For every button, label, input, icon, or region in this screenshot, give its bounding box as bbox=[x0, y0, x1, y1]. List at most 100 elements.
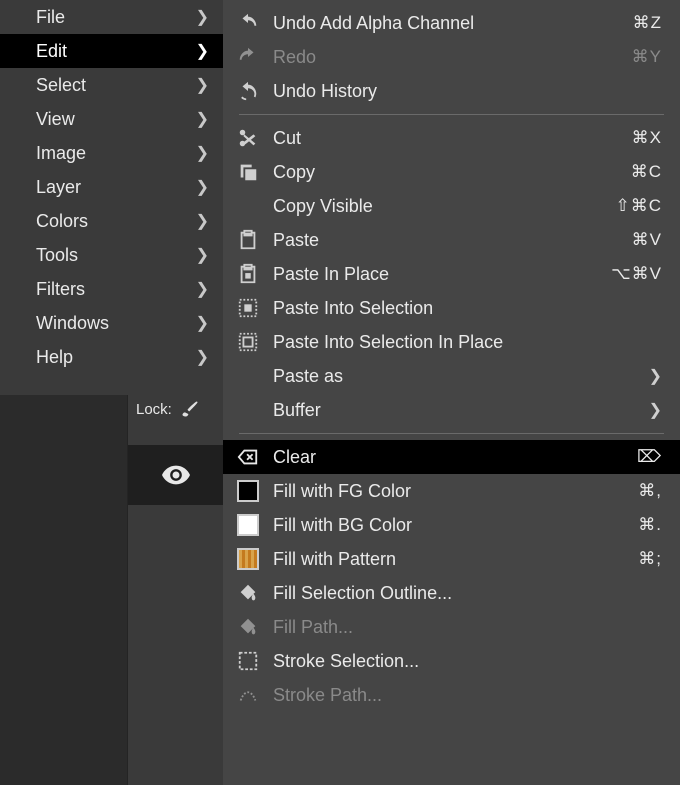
menu-item-paste-into-selection[interactable]: Paste Into Selection bbox=[223, 291, 680, 325]
menu-item-buffer[interactable]: Buffer ❯ bbox=[223, 393, 680, 427]
menu-item-undo[interactable]: Undo Add Alpha Channel ⌘Z bbox=[223, 6, 680, 40]
menu-item-label: Fill Selection Outline... bbox=[273, 583, 662, 604]
menu-item-copy-visible[interactable]: Copy Visible ⇧⌘C bbox=[223, 189, 680, 223]
menu-item-shortcut: ⌦ bbox=[637, 447, 662, 467]
menu-image[interactable]: Image ❯ bbox=[0, 136, 223, 170]
menu-layer[interactable]: Layer ❯ bbox=[0, 170, 223, 204]
stroke-selection-icon bbox=[235, 648, 261, 674]
chevron-right-icon: ❯ bbox=[196, 109, 209, 129]
menu-help-label: Help bbox=[36, 347, 73, 368]
menu-item-label: Undo Add Alpha Channel bbox=[273, 13, 621, 34]
brush-icon[interactable] bbox=[180, 399, 200, 419]
chevron-right-icon: ❯ bbox=[196, 313, 209, 333]
main-menu-bar: File ❯ Edit ❯ Select ❯ View ❯ Image ❯ La… bbox=[0, 0, 223, 374]
redo-icon bbox=[235, 44, 261, 70]
menu-item-label: Paste Into Selection bbox=[273, 298, 662, 319]
menu-item-fill-selection-outline[interactable]: Fill Selection Outline... bbox=[223, 576, 680, 610]
menu-view-label: View bbox=[36, 109, 75, 130]
menu-item-label: Fill with Pattern bbox=[273, 549, 626, 570]
menu-item-paste-into-selection-in-place[interactable]: Paste Into Selection In Place bbox=[223, 325, 680, 359]
menu-item-label: Fill Path... bbox=[273, 617, 662, 638]
chevron-right-icon: ❯ bbox=[196, 41, 209, 61]
menu-item-shortcut: ⌘Z bbox=[633, 13, 662, 33]
separator bbox=[239, 433, 664, 434]
menu-item-label: Paste Into Selection In Place bbox=[273, 332, 662, 353]
menu-item-copy[interactable]: Copy ⌘C bbox=[223, 155, 680, 189]
paste-into-selection-icon bbox=[235, 295, 261, 321]
paste-icon bbox=[235, 227, 261, 253]
menu-item-label: Buffer bbox=[273, 400, 637, 421]
menu-item-label: Stroke Selection... bbox=[273, 651, 662, 672]
menu-item-paste-as[interactable]: Paste as ❯ bbox=[223, 359, 680, 393]
chevron-right-icon: ❯ bbox=[196, 177, 209, 197]
left-dock bbox=[0, 395, 128, 785]
chevron-right-icon: ❯ bbox=[196, 245, 209, 265]
chevron-right-icon: ❯ bbox=[196, 7, 209, 27]
history-icon bbox=[235, 78, 261, 104]
copy-icon bbox=[235, 159, 261, 185]
menu-item-shortcut: ⌘, bbox=[638, 481, 662, 501]
lock-label: Lock: bbox=[136, 401, 172, 418]
chevron-right-icon: ❯ bbox=[196, 143, 209, 163]
menu-item-label: Redo bbox=[273, 47, 620, 68]
chevron-right-icon: ❯ bbox=[649, 400, 662, 420]
menu-tools-label: Tools bbox=[36, 245, 78, 266]
menu-item-stroke-selection[interactable]: Stroke Selection... bbox=[223, 644, 680, 678]
menu-colors-label: Colors bbox=[36, 211, 88, 232]
scissors-icon bbox=[235, 125, 261, 151]
blank-icon bbox=[235, 397, 261, 423]
menu-item-fill-fg[interactable]: Fill with FG Color ⌘, bbox=[223, 474, 680, 508]
pattern-swatch-icon bbox=[235, 546, 261, 572]
menu-item-cut[interactable]: Cut ⌘X bbox=[223, 121, 680, 155]
menu-filters-label: Filters bbox=[36, 279, 85, 300]
menu-item-fill-path: Fill Path... bbox=[223, 610, 680, 644]
menu-item-label: Fill with BG Color bbox=[273, 515, 626, 536]
menu-colors[interactable]: Colors ❯ bbox=[0, 204, 223, 238]
undo-icon bbox=[235, 10, 261, 36]
menu-help[interactable]: Help ❯ bbox=[0, 340, 223, 374]
menu-item-label: Stroke Path... bbox=[273, 685, 662, 706]
menu-item-label: Paste as bbox=[273, 366, 637, 387]
fg-swatch-icon bbox=[235, 478, 261, 504]
bg-swatch-icon bbox=[235, 512, 261, 538]
chevron-right-icon: ❯ bbox=[196, 211, 209, 231]
menu-view[interactable]: View ❯ bbox=[0, 102, 223, 136]
menu-item-label: Paste bbox=[273, 230, 620, 251]
blank-icon bbox=[235, 193, 261, 219]
menu-filters[interactable]: Filters ❯ bbox=[0, 272, 223, 306]
paste-in-place-icon bbox=[235, 261, 261, 287]
menu-item-shortcut: ⌘X bbox=[632, 128, 662, 148]
eye-icon[interactable] bbox=[162, 465, 190, 485]
menu-windows[interactable]: Windows ❯ bbox=[0, 306, 223, 340]
menu-item-shortcut: ⌘. bbox=[638, 515, 662, 535]
menu-item-fill-pattern[interactable]: Fill with Pattern ⌘; bbox=[223, 542, 680, 576]
separator bbox=[239, 114, 664, 115]
menu-file-label: File bbox=[36, 7, 65, 28]
menu-item-paste[interactable]: Paste ⌘V bbox=[223, 223, 680, 257]
menu-item-label: Paste In Place bbox=[273, 264, 599, 285]
menu-item-fill-bg[interactable]: Fill with BG Color ⌘. bbox=[223, 508, 680, 542]
menu-item-label: Clear bbox=[273, 447, 625, 468]
menu-select-label: Select bbox=[36, 75, 86, 96]
menu-file[interactable]: File ❯ bbox=[0, 0, 223, 34]
menu-item-paste-in-place[interactable]: Paste In Place ⌥⌘V bbox=[223, 257, 680, 291]
menu-item-undo-history[interactable]: Undo History bbox=[223, 74, 680, 108]
menu-edit-label: Edit bbox=[36, 41, 67, 62]
menu-item-clear[interactable]: Clear ⌦ bbox=[223, 440, 680, 474]
menu-select[interactable]: Select ❯ bbox=[0, 68, 223, 102]
menu-item-redo: Redo ⌘Y bbox=[223, 40, 680, 74]
menu-tools[interactable]: Tools ❯ bbox=[0, 238, 223, 272]
lock-row: Lock: bbox=[128, 395, 224, 423]
menu-windows-label: Windows bbox=[36, 313, 109, 334]
menu-item-shortcut: ⌘C bbox=[631, 162, 662, 182]
menu-edit[interactable]: Edit ❯ bbox=[0, 34, 223, 68]
edit-dropdown-menu: Undo Add Alpha Channel ⌘Z Redo ⌘Y Undo H… bbox=[223, 0, 680, 785]
menu-item-shortcut: ⌘; bbox=[638, 549, 662, 569]
menu-item-shortcut: ⌘Y bbox=[632, 47, 662, 67]
layer-row[interactable] bbox=[128, 445, 224, 505]
menu-image-label: Image bbox=[36, 143, 86, 164]
menu-layer-label: Layer bbox=[36, 177, 81, 198]
chevron-right-icon: ❯ bbox=[196, 75, 209, 95]
menu-item-shortcut: ⌘V bbox=[632, 230, 662, 250]
menu-item-label: Undo History bbox=[273, 81, 662, 102]
